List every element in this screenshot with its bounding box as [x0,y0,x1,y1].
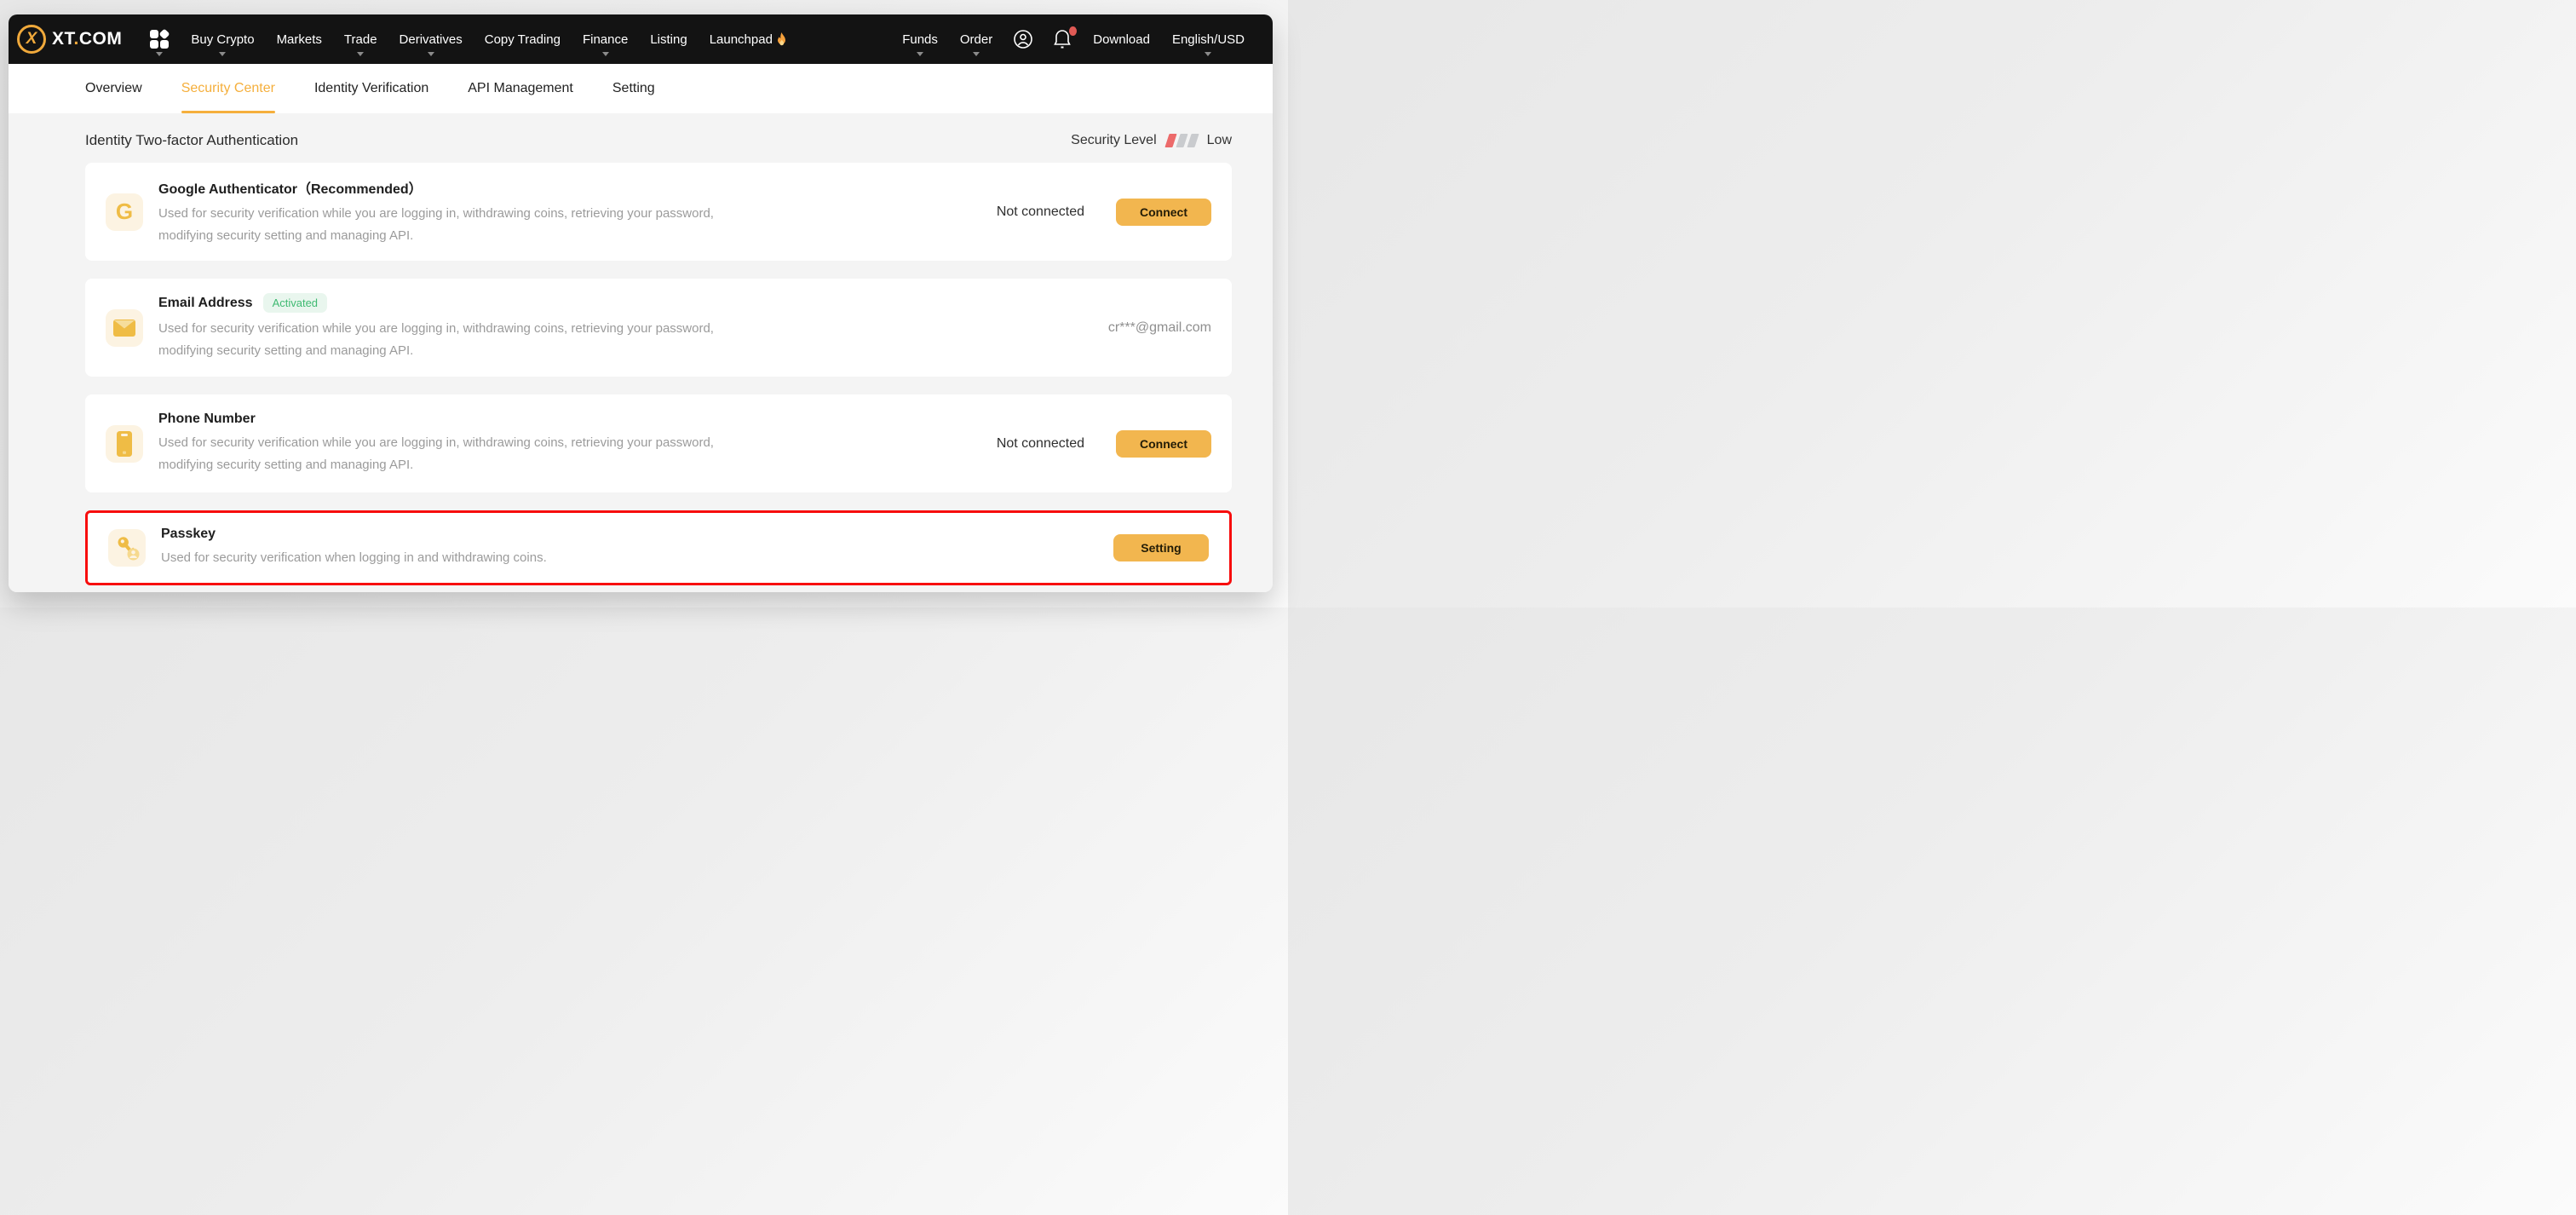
card-text: Passkey Used for security verification w… [161,527,757,569]
notification-dot [1069,26,1077,36]
card-text: Email Address Activated Used for securit… [158,293,755,362]
chevron-down-icon [357,52,364,56]
flame-icon [776,32,787,46]
chevron-down-icon [1205,52,1211,56]
xt-logo[interactable]: X XT.COM [17,25,122,54]
tab-overview[interactable]: Overview [85,64,142,113]
account-tabs: Overview Security Center Identity Verifi… [9,64,1273,113]
passkey-key-icon [108,529,146,567]
nav-label: Markets [277,32,322,47]
card-title: Email Address [158,296,253,311]
chevron-down-icon [917,52,923,56]
chevron-down-icon [973,52,980,56]
card-description: Used for security verification while you… [158,318,755,362]
status-text: Not connected [997,436,1084,452]
card-description: Used for security verification when logg… [161,547,757,569]
card-text: Google Authenticator（Recommended） Used f… [158,177,755,247]
tab-setting[interactable]: Setting [612,64,655,113]
nav-item-listing[interactable]: Listing [639,14,698,64]
nav-item-buy-crypto[interactable]: Buy Crypto [180,14,265,64]
nav-item-finance[interactable]: Finance [572,14,639,64]
chevron-down-icon [428,52,434,56]
user-nav: Funds Order Download [891,14,1256,64]
apps-grid-menu[interactable] [139,14,180,64]
security-center-content: Identity Two-factor Authentication Secur… [9,113,1273,592]
user-profile-icon [1013,29,1033,49]
card-text: Phone Number Used for security verificat… [158,412,755,476]
security-level-value: Low [1207,133,1232,148]
connect-phone-button[interactable]: Connect [1116,430,1211,458]
nav-item-markets[interactable]: Markets [266,14,333,64]
nav-label: Trade [344,32,377,47]
nav-label: Order [960,32,992,47]
passkey-setting-button[interactable]: Setting [1113,534,1209,561]
nav-label: Launchpad [710,32,773,47]
app-window: X XT.COM Buy Crypto Markets Trade [9,14,1273,592]
nav-label: Download [1093,32,1150,47]
nav-item-launchpad[interactable]: Launchpad [699,14,798,64]
xt-logo-icon: X [17,25,46,54]
security-level-indicator: Security Level Low [1071,133,1232,148]
nav-label: Copy Trading [485,32,561,47]
page-header: Identity Two-factor Authentication Secur… [85,132,1232,149]
notifications-button[interactable] [1043,14,1082,64]
xt-logo-text: XT.COM [52,29,122,49]
status-text: Not connected [997,204,1084,220]
tab-security-center[interactable]: Security Center [181,64,275,113]
card-title: Passkey [161,527,216,542]
chevron-down-icon [219,52,226,56]
tab-identity-verification[interactable]: Identity Verification [314,64,428,113]
top-navbar: X XT.COM Buy Crypto Markets Trade [9,14,1273,64]
nav-item-funds[interactable]: Funds [891,14,949,64]
connect-google-authenticator-button[interactable]: Connect [1116,199,1211,226]
nav-item-derivatives[interactable]: Derivatives [388,14,474,64]
nav-item-copy-trading[interactable]: Copy Trading [474,14,572,64]
chevron-down-icon [156,52,163,56]
card-description: Used for security verification while you… [158,203,755,247]
nav-label: Finance [583,32,628,47]
activated-badge: Activated [263,293,327,313]
page-title: Identity Two-factor Authentication [85,132,298,149]
passkey-card-highlighted: Passkey Used for security verification w… [85,510,1232,585]
language-currency-selector[interactable]: English/USD [1161,14,1256,64]
nav-label: Listing [650,32,687,47]
security-level-bars [1167,134,1197,147]
security-level-label: Security Level [1071,133,1157,148]
nav-label: English/USD [1172,32,1245,47]
apps-grid-icon [150,30,169,49]
google-authenticator-icon: G [106,193,143,231]
masked-email-value: cr***@gmail.com [1108,320,1211,336]
email-icon [106,309,143,347]
card-title: Google Authenticator（Recommended） [158,177,423,198]
google-authenticator-card: G Google Authenticator（Recommended） Used… [85,163,1232,261]
nav-label: Funds [902,32,938,47]
nav-label: Buy Crypto [191,32,254,47]
nav-item-order[interactable]: Order [949,14,1003,64]
account-button[interactable] [1003,14,1043,64]
phone-number-card: Phone Number Used for security verificat… [85,394,1232,492]
card-description: Used for security verification while you… [158,432,755,476]
nav-item-download[interactable]: Download [1082,14,1161,64]
chevron-down-icon [602,52,609,56]
email-address-card: Email Address Activated Used for securit… [85,279,1232,377]
card-title: Phone Number [158,412,256,427]
nav-item-trade[interactable]: Trade [333,14,388,64]
tab-api-management[interactable]: API Management [468,64,573,113]
nav-label: Derivatives [400,32,463,47]
phone-icon [106,425,143,463]
main-nav: Buy Crypto Markets Trade Derivatives Cop… [139,14,798,64]
